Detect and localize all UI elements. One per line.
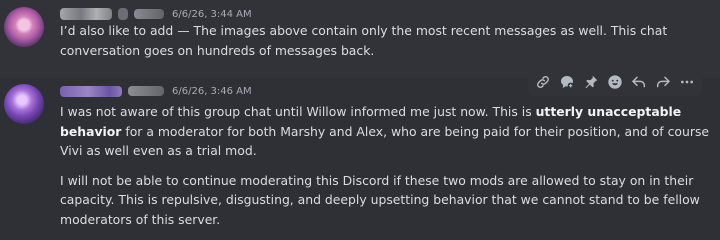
message-text: for a moderator for both Marshy and Alex… — [60, 123, 710, 159]
reply-icon[interactable] — [628, 71, 650, 93]
thread-icon[interactable] — [556, 71, 578, 93]
timestamp[interactable]: 6/6/26, 3:44 AM — [172, 9, 252, 20]
forward-icon[interactable] — [652, 71, 674, 93]
message-header: 6/6/26, 3:46 AM — [60, 82, 252, 100]
message-1: 6/6/26, 3:44 AM I’d also like to add — T… — [0, 0, 720, 78]
role-badge-icon — [118, 8, 128, 20]
server-tag-redacted — [134, 9, 164, 19]
message-actions-toolbar — [528, 68, 702, 96]
message-text: I was not aware of this group chat until… — [60, 104, 536, 119]
username-redacted[interactable] — [60, 8, 112, 20]
message-content: I’d also like to add — The images above … — [60, 21, 710, 60]
avatar[interactable] — [4, 7, 44, 47]
username-redacted[interactable] — [60, 85, 122, 97]
message-paragraph-2: I will not be able to continue moderatin… — [60, 172, 700, 227]
more-icon[interactable] — [676, 71, 698, 93]
avatar[interactable] — [4, 84, 44, 124]
server-tag-redacted — [128, 86, 164, 96]
emoji-icon[interactable] — [604, 71, 626, 93]
link-icon[interactable] — [532, 71, 554, 93]
message-text: I’d also like to add — The images above … — [60, 23, 668, 58]
pin-icon[interactable] — [580, 71, 602, 93]
message-paragraph-1: I was not aware of this group chat until… — [60, 102, 710, 161]
message-content: I was not aware of this group chat until… — [60, 102, 710, 229]
timestamp[interactable]: 6/6/26, 3:46 AM — [172, 86, 252, 97]
message-2: 6/6/26, 3:46 AM I was not aware of this … — [0, 68, 720, 240]
